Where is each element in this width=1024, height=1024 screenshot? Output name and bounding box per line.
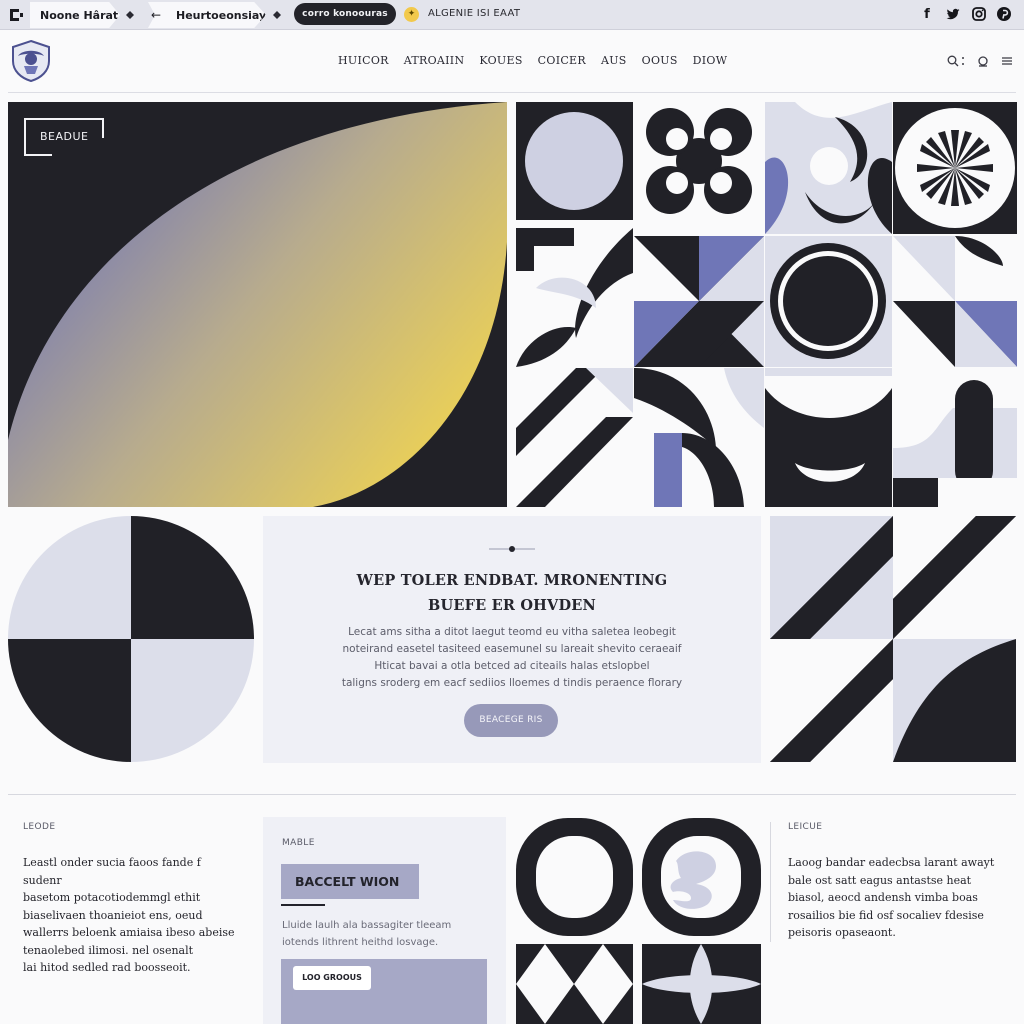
column-line: biaselivaen thoanieiot ens, oeud bbox=[23, 908, 203, 922]
url-bar[interactable]: corro konoouras bbox=[294, 3, 396, 25]
column-line: Leastl onder sucia faoos fande f sudenr bbox=[23, 856, 201, 887]
left-text-column: LEODE Leastl onder sucia faoos fande f s… bbox=[23, 822, 238, 977]
nav-item-atroaiin[interactable]: ATROAIIN bbox=[404, 54, 465, 67]
card-heading-chip: BACCELT WION bbox=[281, 864, 419, 899]
column-line: peisoris opaseaont. bbox=[788, 926, 896, 939]
petal-quad-art bbox=[8, 516, 254, 762]
tab-secondary-label: Heurtoeonsiay bbox=[176, 8, 267, 22]
column-line: biasol, aeocd andensh vimba boas bbox=[788, 891, 978, 904]
right-text-column: LEICUE Laoog bandar eadecbsa larant away… bbox=[788, 822, 1008, 942]
column-line: wallerrs beloenk amiaisa ibeso abeise bbox=[23, 926, 235, 939]
column-text: Laoog bandar eadecbsa larant awayt bale … bbox=[788, 854, 1008, 942]
feature-card: WEP TOLER ENDBAT. MRONENTING BUEFE ER OH… bbox=[263, 516, 761, 763]
announcement-text: ALGENIE ISI EAAT bbox=[428, 8, 521, 19]
hamburger-icon[interactable] bbox=[1000, 54, 1014, 68]
tab-separator-icon bbox=[273, 11, 281, 19]
main-nav: HUICOR ATROAIIN KOUES COICER AUS OOUS DI… bbox=[338, 54, 727, 67]
section-divider bbox=[8, 794, 1016, 795]
column-label: LEICUE bbox=[788, 822, 823, 832]
feature-body-line: noteirand easetel tasiteed easemunel su … bbox=[342, 643, 682, 655]
feature-body-line: Lecat ams sitha a ditot laegut teomd eu … bbox=[348, 626, 676, 638]
nav-item-aus[interactable]: AUS bbox=[601, 54, 627, 67]
column-line: bale ost satt eagus antastse heat bbox=[788, 873, 972, 887]
header-divider bbox=[8, 92, 1016, 93]
column-label: LEODE bbox=[23, 822, 56, 832]
twitter-icon[interactable] bbox=[945, 6, 961, 22]
notification-badge-icon[interactable]: ✦ bbox=[404, 7, 419, 22]
column-line: basetom potacotiodemmgl ethit bbox=[23, 891, 201, 904]
feature-title-line: BUEFE ER OHVDEN bbox=[428, 597, 596, 614]
column-divider bbox=[770, 822, 771, 942]
hero-label-frame: BEADUE bbox=[24, 118, 104, 156]
feature-body: Lecat ams sitha a ditot laegut teomd eu … bbox=[339, 624, 685, 692]
card-label: MABLE bbox=[282, 838, 315, 848]
tab-active-label: Noone Hârat bbox=[40, 8, 119, 22]
browser-toolbar: Noone Hârat Heurtoeonsiay ← corro konoou… bbox=[0, 0, 1024, 30]
site-logo-icon[interactable] bbox=[10, 39, 52, 83]
feature-title: WEP TOLER ENDBAT. MRONENTING BUEFE ER OH… bbox=[263, 568, 761, 618]
card-text-line: Lluide laulh ala bassagiter tleeam bbox=[282, 920, 452, 931]
card-button[interactable]: LOO GROOUS bbox=[293, 966, 371, 990]
card-text-line: iotends lithrent heithd losvage. bbox=[282, 937, 439, 948]
card-underline bbox=[281, 904, 325, 906]
hero-label: BEADUE bbox=[40, 130, 89, 143]
feature-cta-button[interactable]: BEACEGE RIS bbox=[464, 704, 558, 737]
card-text: Lluide laulh ala bassagiter tleeam ioten… bbox=[282, 917, 492, 951]
instagram-icon[interactable] bbox=[971, 6, 987, 22]
menu-dots-icon[interactable] bbox=[958, 54, 968, 68]
user-icon[interactable] bbox=[976, 54, 990, 68]
pinterest-icon[interactable] bbox=[996, 6, 1012, 22]
tab-separator-icon bbox=[126, 11, 134, 19]
browser-logo-icon[interactable] bbox=[8, 7, 24, 23]
nav-item-koues[interactable]: KOUES bbox=[479, 54, 522, 67]
column-line: tenaolebed ilimosi. nel osenalt bbox=[23, 943, 194, 957]
column-line: lai hitod sedled rad boosseoit. bbox=[23, 961, 191, 974]
hero-panel: BEADUE bbox=[8, 102, 507, 507]
column-text: Leastl onder sucia faoos fande f sudenr … bbox=[23, 854, 238, 977]
hero-gradient-art bbox=[8, 102, 507, 507]
nav-item-diow[interactable]: DIOW bbox=[693, 54, 728, 67]
diagonal-leaf-art bbox=[770, 516, 1016, 762]
tab-secondary[interactable]: Heurtoeonsiay bbox=[148, 2, 266, 28]
tab-active[interactable]: Noone Hârat bbox=[30, 2, 120, 28]
feature-body-line: taligns sroderg em eacf sediios lloemes … bbox=[341, 677, 683, 689]
nav-item-huicor[interactable]: HUICOR bbox=[338, 54, 389, 67]
column-line: rosailios bie fid osf socaliev fdesise bbox=[788, 908, 984, 922]
slider-dot-icon bbox=[489, 546, 535, 552]
double-o-art bbox=[516, 816, 761, 1024]
column-line: Laoog bandar eadecbsa larant awayt bbox=[788, 856, 995, 869]
geometric-tile-grid bbox=[516, 102, 1017, 507]
feature-title-line: WEP TOLER ENDBAT. MRONENTING bbox=[356, 572, 668, 589]
feature-body-line: Hticat bavai a otla betced ad citeails h… bbox=[374, 660, 650, 672]
info-card: MABLE BACCELT WION Lluide laulh ala bass… bbox=[263, 817, 506, 1024]
back-arrow-icon[interactable]: ← bbox=[151, 8, 163, 22]
nav-item-oous[interactable]: OOUS bbox=[642, 54, 678, 67]
nav-item-coicer[interactable]: COICER bbox=[538, 54, 586, 67]
facebook-icon[interactable]: f bbox=[919, 6, 935, 22]
